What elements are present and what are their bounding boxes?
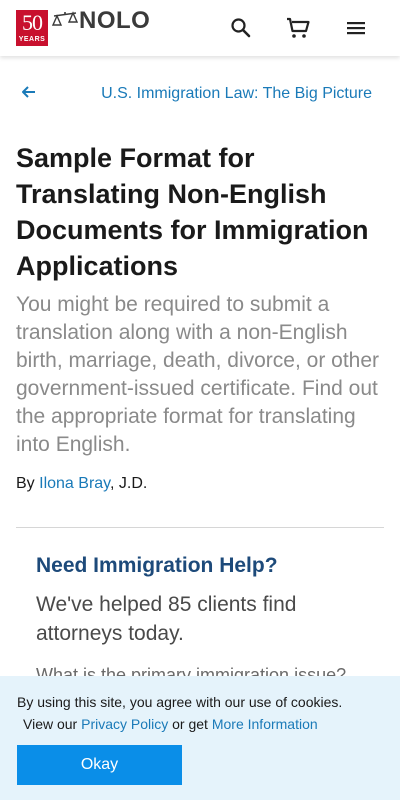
menu-icon[interactable] [344,16,368,40]
cart-icon[interactable] [286,16,310,40]
privacy-policy-link[interactable]: Privacy Policy [81,716,168,732]
help-box-title: Need Immigration Help? [36,554,278,577]
fifty-years-badge: 50 YEARS [16,10,48,46]
page-subtitle: You might be required to submit a transl… [16,293,380,456]
byline: By Ilona Bray, J.D. [16,475,147,493]
help-box-subtitle: We've helped 85 clients find attorneys t… [36,593,297,645]
search-icon[interactable] [229,16,253,40]
cookie-text-middle: or get [168,716,212,732]
arrow-left-icon[interactable] [20,84,38,100]
badge-number: 50 [22,10,43,35]
nolo-logo[interactable]: 50 YEARS NOLO [16,7,151,46]
cookie-text: By using this site, you agree with our u… [17,694,343,710]
author-link[interactable]: Ilona Bray [39,475,110,492]
more-information-link[interactable]: More Information [212,716,318,732]
byline-prefix: By [16,475,40,492]
cookie-banner: By using this site, you agree with our u… [0,676,400,800]
scales-icon [52,11,78,26]
site-header: 50 YEARS NOLO [0,0,400,56]
cookie-text-prefix: View our [23,716,82,732]
breadcrumb-link[interactable]: U.S. Immigration Law: The Big Picture [101,85,372,103]
okay-button[interactable]: Okay [17,745,182,785]
page-title: Sample Format for Translating Non-Englis… [16,143,369,281]
divider [16,527,384,528]
author-suffix: , J.D. [109,475,148,492]
badge-text: YEARS [18,36,46,43]
logo-wordmark: NOLO [79,7,151,34]
cookie-links-line: View our Privacy Policy or get More Info… [23,716,318,732]
